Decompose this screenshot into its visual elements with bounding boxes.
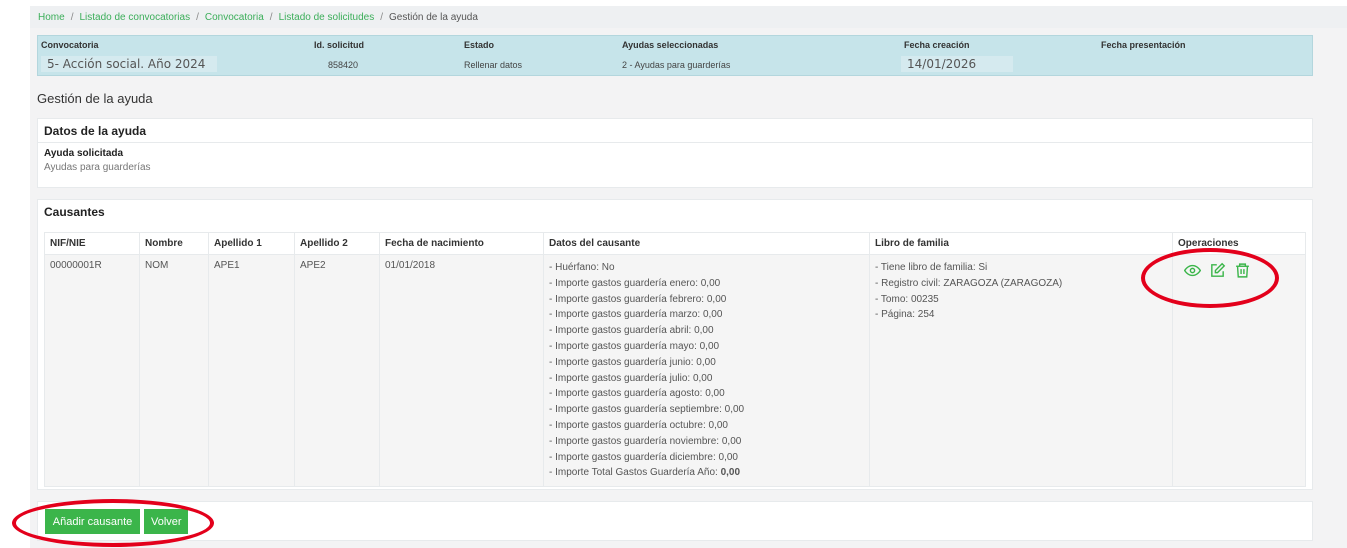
- header-ayudas: Ayudas seleccionadas: [622, 40, 719, 50]
- causantes-table: NIF/NIE Nombre Apellido 1 Apellido 2 Fec…: [44, 232, 1306, 488]
- datos-ayuda-card: Datos de la ayuda Ayuda solicitada Ayuda…: [37, 118, 1313, 188]
- id-solicitud-value: 858420: [328, 60, 359, 70]
- cell-apellido2: APE2: [294, 253, 380, 488]
- breadcrumb-solicitudes[interactable]: Listado de solicitudes: [279, 12, 375, 23]
- page: Home / Listado de convocatorias / Convoc…: [30, 6, 1347, 548]
- header-convocatoria: Convocatoria: [41, 40, 99, 50]
- cell-datos: - Huérfano: No - Importe gastos guarderí…: [543, 253, 870, 488]
- datos-ayuda-title: Datos de la ayuda: [38, 119, 1312, 143]
- libro-line: - Página: 254: [875, 309, 935, 321]
- col-apellido2: Apellido 2: [294, 232, 380, 255]
- breadcrumb-current: Gestión de la ayuda: [388, 11, 478, 23]
- breadcrumb-home[interactable]: Home: [38, 12, 65, 23]
- header-fecha-creacion: Fecha creación: [904, 40, 970, 50]
- page-title: Gestión de la ayuda: [37, 91, 153, 106]
- operations-group: [1178, 260, 1300, 279]
- request-info-bar: Convocatoria Id. solicitud Estado Ayudas…: [37, 35, 1313, 76]
- breadcrumb-separator: /: [380, 11, 383, 23]
- datos-line: - Importe gastos guardería septiembre: 0…: [549, 404, 745, 416]
- col-nif: NIF/NIE: [44, 232, 140, 255]
- table-row: 00000001R NOM APE1 APE2 01/01/2018 - Hué…: [44, 253, 1306, 488]
- convocatoria-value: 5- Acción social. Año 2024: [41, 56, 217, 72]
- col-libro: Libro de familia: [869, 232, 1173, 255]
- fecha-creacion-value: 14/01/2026: [901, 56, 1013, 72]
- libro-line: - Tomo: 00235: [875, 293, 939, 305]
- header-id-solicitud: Id. solicitud: [314, 40, 365, 50]
- datos-line: - Importe gastos guardería abril: 0,00: [549, 325, 714, 337]
- cell-libro: - Tiene libro de familia: Si - Registro …: [869, 253, 1173, 488]
- breadcrumb-separator: /: [196, 11, 199, 23]
- datos-line: - Importe gastos guardería diciembre: 0,…: [549, 451, 738, 463]
- add-causante-button[interactable]: Añadir causante: [45, 509, 140, 534]
- datos-line: - Importe gastos guardería marzo: 0,00: [549, 309, 723, 321]
- breadcrumb: Home / Listado de convocatorias / Convoc…: [30, 6, 1347, 28]
- datos-total-line: - Importe Total Gastos Guardería Año: 0,…: [549, 465, 864, 481]
- datos-line: - Importe gastos guardería enero: 0,00: [549, 277, 721, 289]
- datos-line: - Importe gastos guardería octubre: 0,00: [549, 419, 728, 431]
- datos-line: - Huérfano: No: [549, 262, 615, 273]
- datos-line: - Importe gastos guardería noviembre: 0,…: [549, 435, 742, 447]
- causantes-card: Causantes NIF/NIE Nombre Apellido 1 Apel…: [37, 199, 1313, 490]
- col-datos: Datos del causante: [543, 232, 870, 255]
- ayudas-value: 2 - Ayudas para guarderías: [622, 60, 731, 70]
- breadcrumb-separator: /: [269, 11, 273, 23]
- header-fecha-presentacion: Fecha presentación: [1101, 40, 1186, 50]
- cell-operaciones: [1172, 253, 1306, 488]
- datos-line: - Importe gastos guardería julio: 0,00: [549, 372, 713, 384]
- breadcrumb-convocatorias[interactable]: Listado de convocatorias: [79, 12, 190, 23]
- ayuda-solicitada-value: Ayudas para guarderías: [44, 162, 151, 173]
- col-nombre: Nombre: [139, 232, 209, 255]
- causantes-title: Causantes: [44, 205, 105, 219]
- datos-line: - Importe gastos guardería junio: 0,00: [549, 356, 716, 368]
- delete-icon[interactable]: [1234, 262, 1251, 279]
- datos-line: - Importe gastos guardería febrero: 0,00: [549, 293, 727, 305]
- actions-bar: Añadir causante Volver: [37, 501, 1313, 541]
- edit-icon[interactable]: [1209, 262, 1226, 279]
- datos-line: - Importe gastos guardería agosto: 0,00: [549, 388, 725, 400]
- col-apellido1: Apellido 1: [208, 232, 295, 255]
- view-icon[interactable]: [1184, 262, 1201, 279]
- breadcrumb-convocatoria[interactable]: Convocatoria: [205, 12, 264, 23]
- cell-nombre: NOM: [139, 253, 209, 488]
- breadcrumb-separator: /: [70, 11, 74, 23]
- total-label: - Importe Total Gastos Guardería Año:: [549, 467, 721, 479]
- table-header-row: NIF/NIE Nombre Apellido 1 Apellido 2 Fec…: [44, 232, 1306, 255]
- header-estado: Estado: [464, 40, 495, 50]
- col-operaciones: Operaciones: [1172, 232, 1306, 255]
- cell-apellido1: APE1: [208, 253, 295, 488]
- back-button[interactable]: Volver: [144, 509, 188, 534]
- cell-fecha-nacimiento: 01/01/2018: [379, 253, 544, 488]
- libro-line: - Registro civil: ZARAGOZA (ZARAGOZA): [875, 277, 1063, 289]
- cell-nif: 00000001R: [44, 253, 140, 488]
- col-fecha-nacimiento: Fecha de nacimiento: [379, 232, 544, 255]
- ayuda-solicitada-label: Ayuda solicitada: [44, 148, 124, 159]
- datos-line: - Importe gastos guardería mayo: 0,00: [549, 340, 720, 352]
- libro-line: - Tiene libro de familia: Si: [875, 262, 988, 273]
- total-value: 0,00: [720, 467, 741, 479]
- estado-value: Rellenar datos: [464, 60, 523, 70]
